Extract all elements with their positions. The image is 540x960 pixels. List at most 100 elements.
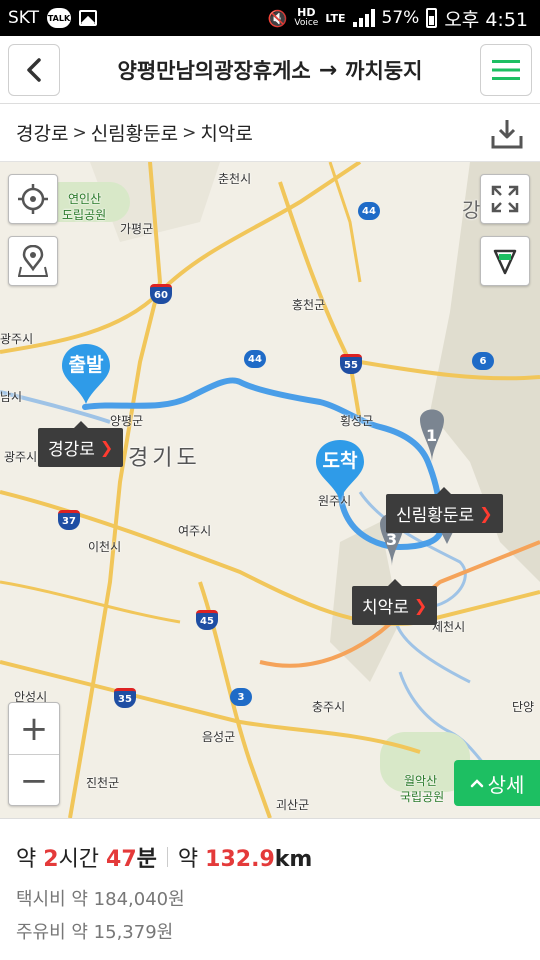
kakaotalk-icon: TALK xyxy=(47,8,72,28)
zoom-in-button[interactable]: + xyxy=(9,703,59,755)
clock: 오후 4:51 xyxy=(444,8,528,31)
hd-voice-icon: HD Voice xyxy=(294,6,319,28)
fullscreen-button[interactable] xyxy=(480,174,530,224)
distance-value: 132.9 xyxy=(205,847,275,872)
traffic-pin-icon xyxy=(493,249,517,275)
duration-hours-unit: 시간 xyxy=(58,847,100,872)
map-label: 여주시 xyxy=(178,524,212,538)
arrow-right-icon: → xyxy=(318,57,338,83)
menu-button[interactable] xyxy=(480,44,532,96)
map-label: 도립공원 xyxy=(62,208,107,222)
start-pin-label: 출발 xyxy=(68,354,104,376)
map-label: 광주시 xyxy=(4,450,38,464)
route-map[interactable]: 춘천시 연인산 도립공원 가평군 강 홍천군 광주시 남시 양평군 경기도 광주… xyxy=(0,162,540,818)
start-pin[interactable]: 출발 xyxy=(60,342,112,406)
chevron-right-icon: ❯ xyxy=(413,596,428,615)
map-label: 양평군 xyxy=(110,414,144,428)
end-pin-label: 도착 xyxy=(322,450,358,472)
map-label: 광주시 xyxy=(0,332,34,346)
road-tag-label: 경강로 xyxy=(48,440,95,460)
location-pin-icon xyxy=(18,245,48,277)
breadcrumb-separator: > xyxy=(182,122,197,143)
distance-unit: km xyxy=(274,847,313,872)
zoom-control: + − xyxy=(8,702,60,806)
highway-shield: 44 xyxy=(244,350,266,368)
chevron-right-icon: ❯ xyxy=(99,438,114,457)
map-layer-button[interactable] xyxy=(480,236,530,286)
road-tag[interactable]: 신림황둔로 ❯ xyxy=(386,487,503,533)
highway-shield: 35 xyxy=(114,688,136,708)
prefix-about: 약 xyxy=(177,847,199,872)
map-label: 강 xyxy=(462,198,481,222)
hamburger-menu-icon xyxy=(492,60,520,80)
map-label: 가평군 xyxy=(120,222,154,236)
duration-minutes-unit: 분 xyxy=(136,847,157,872)
gallery-icon xyxy=(79,10,98,26)
route-time-distance: 약 2 시간 47 분 약 132.9 km xyxy=(16,841,524,873)
highway-shield: 44 xyxy=(358,202,380,220)
road-tag[interactable]: 경강로 ❯ xyxy=(38,421,124,467)
map-label: 이천시 xyxy=(88,540,122,554)
route-summary: 약 2 시간 47 분 약 132.9 km 택시비 약 184,040원 주유비 약… xyxy=(0,818,540,960)
route-header: 양평만남의광장휴게소 → 까치둥지 xyxy=(0,36,540,104)
fuel-cost: 주유비 약 15,379원 xyxy=(16,922,174,943)
crosshair-icon xyxy=(18,184,48,214)
expand-icon xyxy=(491,185,519,213)
zoom-out-button[interactable]: − xyxy=(9,755,59,807)
road-breadcrumb: 경강로 > 신림황둔로 > 치악로 xyxy=(0,104,540,162)
map-label: 남시 xyxy=(0,390,23,404)
highway-shield: 3 xyxy=(230,688,252,706)
map-label: 괴산군 xyxy=(276,798,310,812)
map-label: 국립공원 xyxy=(400,790,445,804)
map-label: 진천군 xyxy=(86,776,120,790)
destination-name: 까치둥지 xyxy=(345,59,423,83)
map-label: 춘천시 xyxy=(218,172,252,186)
breadcrumb-road: 치악로 xyxy=(200,123,253,145)
road-tag[interactable]: 치악로 ❯ xyxy=(352,579,438,625)
detail-button-label: 상세 xyxy=(487,772,525,797)
highway-shield: 37 xyxy=(58,510,80,530)
map-label: 홍천군 xyxy=(292,298,326,312)
chevron-up-icon xyxy=(470,779,483,788)
carrier-label: SKT xyxy=(8,8,40,28)
end-pin[interactable]: 도착 xyxy=(314,438,366,502)
taxi-fare: 택시비 약 184,040원 xyxy=(16,889,185,910)
map-label: 연인산 xyxy=(68,192,102,206)
battery-percent: 57% xyxy=(381,8,420,28)
detail-button[interactable]: 상세 xyxy=(454,760,540,806)
map-label: 충주시 xyxy=(312,700,346,714)
battery-icon xyxy=(426,8,438,28)
origin-name: 양평만남의광장휴게소 xyxy=(117,59,311,83)
current-location-button[interactable] xyxy=(8,174,58,224)
back-button[interactable] xyxy=(8,44,60,96)
breadcrumb-road: 신림황둔로 xyxy=(90,123,179,145)
map-label: 월악산 xyxy=(404,774,438,788)
chevron-right-icon: ❯ xyxy=(479,504,493,523)
location-pin-button[interactable] xyxy=(8,236,58,286)
breadcrumb-separator: > xyxy=(72,122,87,143)
map-label: 경기도 xyxy=(128,446,201,471)
prefix-about: 약 xyxy=(16,847,37,872)
signal-icon xyxy=(352,9,375,27)
map-base xyxy=(0,162,540,818)
mute-icon: 🔇 xyxy=(267,8,288,28)
chevron-left-icon xyxy=(27,58,41,82)
duration-minutes: 47 xyxy=(106,847,137,872)
waypoint-number: 1 xyxy=(426,426,438,445)
highway-shield: 60 xyxy=(150,284,172,304)
map-label: 음성군 xyxy=(202,730,236,744)
map-label: 단양 xyxy=(512,700,535,714)
duration-hours: 2 xyxy=(43,847,59,872)
status-bar: SKT TALK 🔇 HD Voice LTE 57% 오후 4:51 xyxy=(0,0,540,36)
highway-shield: 45 xyxy=(196,610,218,630)
road-tag-label: 신림황둔로 xyxy=(396,506,475,526)
breadcrumb-road: 경강로 xyxy=(16,123,69,145)
download-icon[interactable] xyxy=(490,118,524,150)
road-tag-label: 치악로 xyxy=(362,598,409,618)
lte-icon: LTE xyxy=(325,11,346,25)
highway-shield: 55 xyxy=(340,354,362,374)
route-title: 양평만남의광장휴게소 → 까치둥지 xyxy=(70,36,470,104)
divider xyxy=(166,847,168,867)
highway-shield: 6 xyxy=(472,352,494,370)
map-label: 횡성군 xyxy=(340,414,374,428)
